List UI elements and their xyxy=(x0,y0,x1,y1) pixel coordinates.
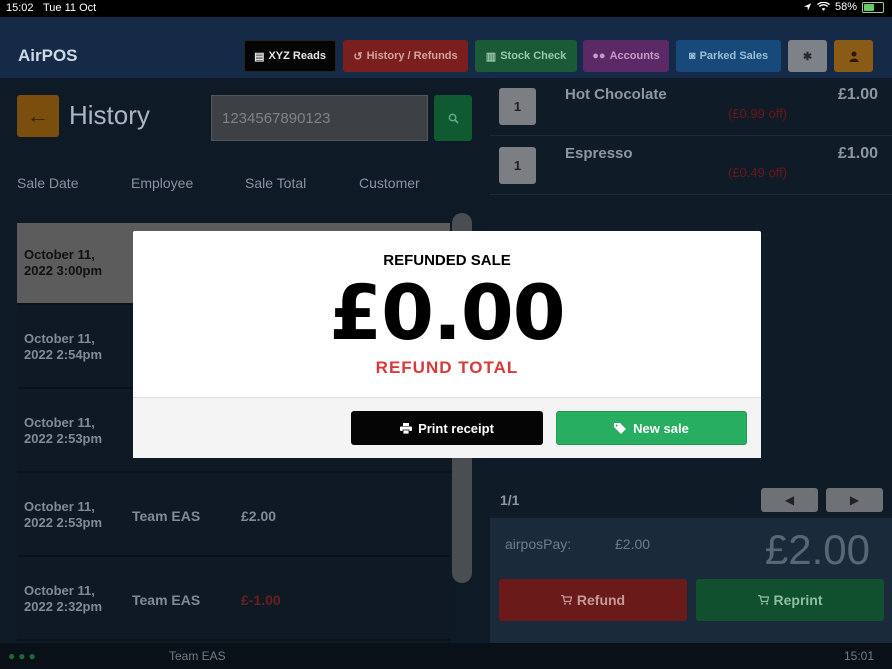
date: Tue 11 Oct xyxy=(43,2,97,14)
next-page-button[interactable]: ▶ xyxy=(826,488,883,512)
column-header-customer[interactable]: Customer xyxy=(359,175,420,191)
modal-subtitle: REFUND TOTAL xyxy=(375,358,519,377)
row-date: October 11, 2022 2:53pm xyxy=(24,415,103,446)
column-header-sale-total[interactable]: Sale Total xyxy=(245,175,306,191)
history-refunds-button[interactable]: ↺ History / Refunds xyxy=(343,40,468,72)
bottom-status-bar: ●●● Team EAS 15:01 xyxy=(0,643,892,669)
arrow-left-icon: ← xyxy=(27,103,49,128)
new-sale-button[interactable]: New sale xyxy=(556,411,747,445)
refund-amount: £0.00 xyxy=(329,268,565,357)
item-name: Espresso xyxy=(565,145,633,162)
row-total: £2.00 xyxy=(241,508,277,524)
payment-method: airposPay: xyxy=(505,536,572,552)
modal-label: REFUNDED SALE xyxy=(383,252,511,269)
reprint-label: Reprint xyxy=(773,592,823,608)
payment-amount: £2.00 xyxy=(615,536,651,552)
modal-footer: Print receipt New sale xyxy=(133,397,761,458)
refund-modal: REFUNDED SALE £0.00 REFUND TOTAL Print r… xyxy=(133,231,761,458)
accounts-label: Accounts xyxy=(609,50,660,62)
row-date: October 11, 2022 2:32pm xyxy=(24,583,103,614)
row-date: October 11, 2022 2:54pm xyxy=(24,331,103,362)
parked-sales-label: Parked Sales xyxy=(699,50,769,62)
app-brand: AirPOS xyxy=(18,46,78,65)
battery-icon xyxy=(862,1,884,13)
prev-page-button[interactable]: ◀ xyxy=(761,488,818,512)
settings-button[interactable]: ✱ xyxy=(788,40,827,72)
item-price: £1.00 xyxy=(837,86,878,103)
list-item[interactable]: 1 Espresso £1.00 (£0.49 off) xyxy=(490,137,892,195)
print-receipt-label: Print receipt xyxy=(418,420,494,436)
accounts-button[interactable]: ●● Accounts xyxy=(583,40,669,72)
item-discount: (£0.49 off) xyxy=(728,165,788,180)
wifi-icon xyxy=(816,2,830,12)
new-sale-label: New sale xyxy=(633,420,689,436)
column-header-sale-date[interactable]: Sale Date xyxy=(17,175,78,191)
row-employee: Team EAS xyxy=(132,592,201,608)
row-date: October 11, 2022 3:00pm xyxy=(24,247,103,278)
current-employee: Team EAS xyxy=(169,649,226,663)
cart-icon xyxy=(560,595,572,605)
item-quantity[interactable]: 1 xyxy=(499,88,536,125)
chevron-left-icon: ◀ xyxy=(784,493,795,507)
users-icon: ●● xyxy=(592,50,606,62)
register-icon: ▤ xyxy=(254,50,265,63)
search-input[interactable] xyxy=(211,95,428,141)
gear-icon: ✱ xyxy=(802,50,813,63)
row-employee: Team EAS xyxy=(132,508,201,524)
item-discount: (£0.99 off) xyxy=(728,106,788,121)
table-row[interactable]: October 11, 2022 2:53pm Team EAS £2.00 xyxy=(17,475,450,557)
stock-check-button[interactable]: ▥ Stock Check xyxy=(475,40,577,72)
clock: 15:02 xyxy=(6,2,34,14)
row-total: £-1.00 xyxy=(241,592,281,608)
sale-total: £2.00 xyxy=(764,526,870,573)
stock-check-label: Stock Check xyxy=(500,50,567,62)
history-refunds-label: History / Refunds xyxy=(366,50,458,62)
parked-sales-button[interactable]: ◙ Parked Sales xyxy=(676,40,781,72)
battery-percent: 58% xyxy=(834,1,857,13)
item-name: Hot Chocolate xyxy=(565,86,667,103)
chevron-right-icon: ▶ xyxy=(849,493,860,507)
cart-icon xyxy=(757,595,769,605)
history-icon: ↺ xyxy=(353,50,363,63)
tag-icon xyxy=(614,422,627,434)
user-icon xyxy=(849,51,859,62)
user-button[interactable] xyxy=(834,40,873,72)
item-price: £1.00 xyxy=(837,145,878,162)
refund-label: Refund xyxy=(576,592,626,608)
page-title: History xyxy=(69,100,150,130)
top-nav: AirPOS ▤ XYZ Reads ↺ History / Refunds ▥… xyxy=(0,17,892,78)
print-receipt-button[interactable]: Print receipt xyxy=(351,411,543,445)
status-icons: 58% xyxy=(803,1,884,13)
back-button[interactable]: ← xyxy=(17,95,59,137)
status-bar: 15:02 Tue 11 Oct 58% xyxy=(0,0,892,17)
location-icon xyxy=(803,2,812,12)
reprint-button[interactable]: Reprint xyxy=(696,579,884,621)
page-indicator: 1/1 xyxy=(500,492,520,508)
table-row[interactable]: October 11, 2022 2:32pm Team EAS £-1.00 xyxy=(17,559,450,641)
binoculars-icon: ◙ xyxy=(688,50,696,62)
xyz-reads-button[interactable]: ▤ XYZ Reads xyxy=(244,40,336,72)
payment-summary: airposPay: £2.00 £2.00 Refund Reprint xyxy=(490,518,892,643)
search-button[interactable] xyxy=(434,95,472,141)
refund-button[interactable]: Refund xyxy=(499,579,687,621)
xyz-reads-label: XYZ Reads xyxy=(268,50,326,62)
row-date: October 11, 2022 2:53pm xyxy=(24,499,103,530)
list-item[interactable]: 1 Hot Chocolate £1.00 (£0.99 off) xyxy=(490,78,892,136)
item-quantity[interactable]: 1 xyxy=(499,147,536,184)
barcode-icon: ▥ xyxy=(485,50,497,63)
column-header-employee[interactable]: Employee xyxy=(131,175,193,191)
printer-icon xyxy=(400,422,413,434)
search-icon xyxy=(448,113,459,124)
bottom-clock: 15:01 xyxy=(843,649,874,663)
connection-dots-icon: ●●● xyxy=(8,649,39,663)
